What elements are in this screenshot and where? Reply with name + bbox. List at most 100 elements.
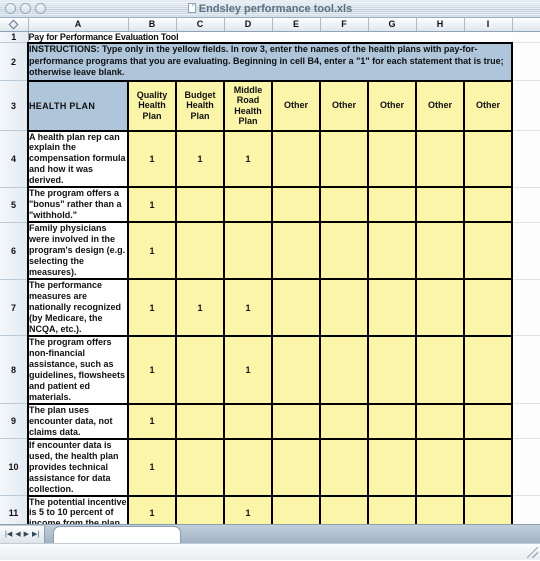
- row-number-5[interactable]: 5: [0, 187, 29, 223]
- mark-g5[interactable]: [367, 186, 417, 224]
- column-header-i[interactable]: I: [464, 18, 513, 32]
- cell-j5[interactable]: [512, 187, 540, 223]
- mark-e11[interactable]: [271, 494, 321, 524]
- cell-j8[interactable]: [512, 335, 540, 405]
- mark-i6[interactable]: [463, 221, 513, 281]
- mark-i11[interactable]: [463, 494, 513, 524]
- page-title[interactable]: Pay for Performance Evaluation Tool: [28, 31, 512, 43]
- mark-h6[interactable]: [415, 221, 465, 281]
- plan-header-g[interactable]: Other: [367, 79, 417, 132]
- mark-h11[interactable]: [415, 494, 465, 524]
- mark-c10[interactable]: [175, 437, 225, 497]
- row-number-8[interactable]: 8: [0, 335, 29, 405]
- statement-cell-7[interactable]: The performance measures are nationally …: [27, 278, 129, 337]
- mark-d4[interactable]: 1: [223, 129, 273, 189]
- mark-g11[interactable]: [367, 494, 417, 524]
- row-number-1[interactable]: 1: [0, 31, 29, 43]
- mark-h9[interactable]: [415, 402, 465, 440]
- mark-g7[interactable]: [367, 278, 417, 337]
- mark-h10[interactable]: [415, 437, 465, 497]
- row-number-6[interactable]: 6: [0, 222, 29, 280]
- plan-header-e[interactable]: Other: [271, 79, 321, 132]
- mark-d9[interactable]: [223, 402, 273, 440]
- column-header-d[interactable]: D: [224, 18, 273, 32]
- cell-j2[interactable]: [512, 42, 540, 81]
- mark-b9[interactable]: 1: [127, 402, 177, 440]
- cell-j3[interactable]: [512, 80, 540, 131]
- mark-f6[interactable]: [319, 221, 369, 281]
- mark-e4[interactable]: [271, 129, 321, 189]
- mark-i4[interactable]: [463, 129, 513, 189]
- sheet-tab[interactable]: [53, 526, 182, 543]
- statement-cell-4[interactable]: A health plan rep can explain the compen…: [27, 129, 129, 189]
- mark-g4[interactable]: [367, 129, 417, 189]
- mark-h8[interactable]: [415, 334, 465, 405]
- mark-d7[interactable]: 1: [223, 278, 273, 337]
- mark-e9[interactable]: [271, 402, 321, 440]
- mark-c6[interactable]: [175, 221, 225, 281]
- column-header-j[interactable]: [512, 18, 540, 32]
- select-all-corner[interactable]: [0, 18, 29, 32]
- mark-i10[interactable]: [463, 437, 513, 497]
- statement-cell-5[interactable]: The program offers a "bonus" rather than…: [27, 186, 129, 224]
- mark-e10[interactable]: [271, 437, 321, 497]
- row-number-4[interactable]: 4: [0, 130, 29, 188]
- plan-header-d[interactable]: Middle Road Health Plan: [223, 79, 273, 132]
- plan-header-h[interactable]: Other: [415, 79, 465, 132]
- cell-j6[interactable]: [512, 222, 540, 280]
- plan-header-b[interactable]: Quality Health Plan: [127, 79, 177, 132]
- mark-b5[interactable]: 1: [127, 186, 177, 224]
- mark-e6[interactable]: [271, 221, 321, 281]
- mark-f7[interactable]: [319, 278, 369, 337]
- column-header-g[interactable]: G: [368, 18, 417, 32]
- health-plan-header-label[interactable]: HEALTH PLAN: [27, 79, 129, 132]
- mark-d11[interactable]: 1: [223, 494, 273, 524]
- row-number-3[interactable]: 3: [0, 80, 29, 131]
- mark-e7[interactable]: [271, 278, 321, 337]
- mark-i7[interactable]: [463, 278, 513, 337]
- next-sheet-icon[interactable]: ▶: [24, 531, 29, 538]
- mark-f9[interactable]: [319, 402, 369, 440]
- row-number-9[interactable]: 9: [0, 403, 29, 440]
- cell-j7[interactable]: [512, 279, 540, 337]
- mark-g10[interactable]: [367, 437, 417, 497]
- mark-c7[interactable]: 1: [175, 278, 225, 337]
- cell-j1[interactable]: [512, 31, 540, 43]
- plan-header-i[interactable]: Other: [463, 79, 513, 132]
- mark-d5[interactable]: [223, 186, 273, 224]
- column-header-h[interactable]: H: [416, 18, 465, 32]
- mark-g6[interactable]: [367, 221, 417, 281]
- cell-j4[interactable]: [512, 130, 540, 188]
- row-number-10[interactable]: 10: [0, 438, 29, 496]
- mark-d8[interactable]: 1: [223, 334, 273, 405]
- row-number-7[interactable]: 7: [0, 279, 29, 337]
- previous-sheet-icon[interactable]: ◀: [15, 531, 20, 538]
- resize-grip-icon[interactable]: [527, 547, 538, 558]
- mark-b8[interactable]: 1: [127, 334, 177, 405]
- plan-header-f[interactable]: Other: [319, 79, 369, 132]
- mark-c8[interactable]: [175, 334, 225, 405]
- mark-f11[interactable]: [319, 494, 369, 524]
- mark-g9[interactable]: [367, 402, 417, 440]
- mark-f4[interactable]: [319, 129, 369, 189]
- mark-c4[interactable]: 1: [175, 129, 225, 189]
- mark-i5[interactable]: [463, 186, 513, 224]
- statement-cell-10[interactable]: If encounter data is used, the health pl…: [27, 437, 129, 497]
- statement-cell-8[interactable]: The program offers non-financial assista…: [27, 334, 129, 405]
- mark-f5[interactable]: [319, 186, 369, 224]
- mark-h4[interactable]: [415, 129, 465, 189]
- cell-j9[interactable]: [512, 403, 540, 440]
- mark-d10[interactable]: [223, 437, 273, 497]
- statement-cell-9[interactable]: The plan uses encounter data, not claims…: [27, 402, 129, 440]
- mark-c9[interactable]: [175, 402, 225, 440]
- column-header-c[interactable]: C: [176, 18, 225, 32]
- mark-b11[interactable]: 1: [127, 494, 177, 524]
- row-number-11[interactable]: 11: [0, 495, 29, 524]
- mark-i8[interactable]: [463, 334, 513, 405]
- mark-f10[interactable]: [319, 437, 369, 497]
- column-header-e[interactable]: E: [272, 18, 321, 32]
- cell-j10[interactable]: [512, 438, 540, 496]
- mark-b7[interactable]: 1: [127, 278, 177, 337]
- mark-h7[interactable]: [415, 278, 465, 337]
- statement-cell-6[interactable]: Family physicians were involved in the p…: [27, 221, 129, 281]
